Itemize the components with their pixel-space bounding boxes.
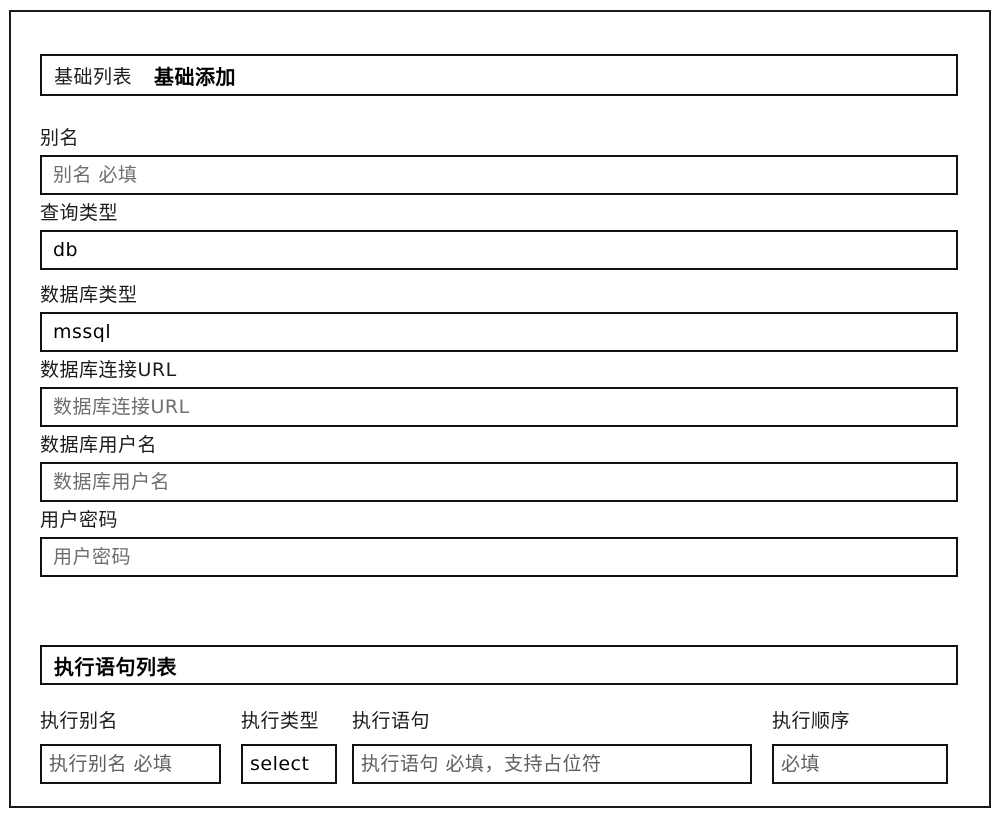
form-field-password: 用户密码 用户密码 xyxy=(40,502,958,577)
statement-table: 执行别名 执行类型 执行语句 执行顺序 执行别名 必填 select 执行语句 … xyxy=(40,712,958,784)
alias-input[interactable]: 别名 必填 xyxy=(40,155,958,195)
form-field-query-type: 查询类型 db xyxy=(40,195,958,270)
exec-order-input[interactable]: 必填 xyxy=(772,744,948,784)
column-header-exec-alias: 执行别名 xyxy=(40,710,119,732)
page-frame: 基础列表 基础添加 别名 别名 必填 查询类型 db 数据库类型 mssql 数… xyxy=(9,10,991,808)
column-header-exec-statement: 执行语句 xyxy=(352,710,431,732)
statement-list-title: 执行语句列表 xyxy=(54,654,177,679)
form-field-database-type: 数据库类型 mssql xyxy=(40,270,958,352)
label-alias: 别名 xyxy=(40,127,80,149)
exec-alias-input[interactable]: 执行别名 必填 xyxy=(40,744,221,784)
query-type-select-text: db xyxy=(53,238,79,261)
alias-input-text: 别名 必填 xyxy=(53,163,138,186)
form-field-database-url: 数据库连接URL 数据库连接URL xyxy=(40,352,958,427)
label-database-username: 数据库用户名 xyxy=(40,434,158,456)
label-database-type: 数据库类型 xyxy=(40,284,138,306)
password-input-text: 用户密码 xyxy=(53,545,132,568)
exec-alias-input-text: 执行别名 必填 xyxy=(49,752,173,775)
statement-table-row: 执行别名 必填 select 执行语句 必填，支持占位符 必填 xyxy=(40,744,958,784)
exec-statement-input[interactable]: 执行语句 必填，支持占位符 xyxy=(352,744,752,784)
form-field-database-username: 数据库用户名 数据库用户名 xyxy=(40,427,958,502)
database-type-select[interactable]: mssql xyxy=(40,312,958,352)
label-database-url: 数据库连接URL xyxy=(40,359,177,381)
label-password: 用户密码 xyxy=(40,509,119,531)
password-input[interactable]: 用户密码 xyxy=(40,537,958,577)
exec-statement-input-text: 执行语句 必填，支持占位符 xyxy=(361,752,602,775)
statement-table-header-row: 执行别名 执行类型 执行语句 执行顺序 xyxy=(40,712,958,744)
exec-type-select[interactable]: select xyxy=(241,744,337,784)
database-url-input[interactable]: 数据库连接URL xyxy=(40,387,958,427)
exec-type-select-text: select xyxy=(250,752,310,775)
database-username-input-text: 数据库用户名 xyxy=(53,470,171,493)
database-url-input-text: 数据库连接URL xyxy=(53,395,190,418)
basic-add-form: 别名 别名 必填 查询类型 db 数据库类型 mssql 数据库连接URL 数据… xyxy=(40,120,958,577)
column-header-exec-type: 执行类型 xyxy=(241,710,320,732)
query-type-select[interactable]: db xyxy=(40,230,958,270)
column-header-exec-order: 执行顺序 xyxy=(772,710,851,732)
form-field-alias: 别名 别名 必填 xyxy=(40,120,958,195)
tab-basic-list[interactable]: 基础列表 xyxy=(54,62,132,89)
database-type-select-text: mssql xyxy=(53,320,112,343)
database-username-input[interactable]: 数据库用户名 xyxy=(40,462,958,502)
statement-list-section-header: 执行语句列表 xyxy=(40,645,958,685)
page-header-tabs: 基础列表 基础添加 xyxy=(40,54,958,96)
label-query-type: 查询类型 xyxy=(40,202,119,224)
tab-basic-add[interactable]: 基础添加 xyxy=(154,61,236,90)
exec-order-input-text: 必填 xyxy=(781,752,821,775)
